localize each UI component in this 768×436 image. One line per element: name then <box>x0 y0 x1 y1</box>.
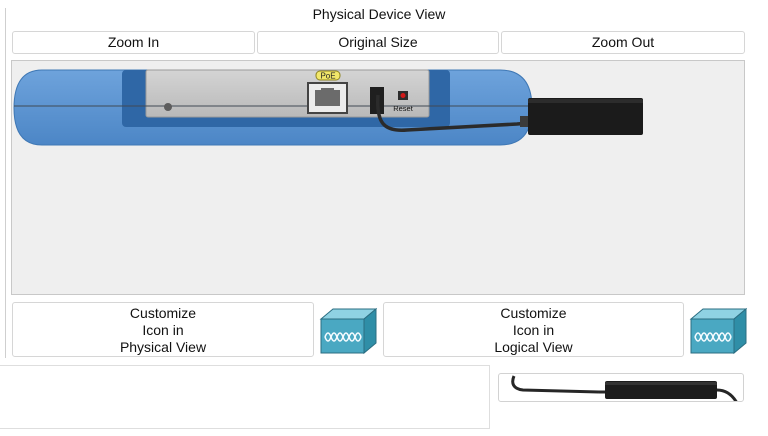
customize-physical-line3: Physical View <box>119 339 207 355</box>
power-adapter-icon <box>511 375 738 401</box>
customize-logical-view-button[interactable]: Customize Icon in Logical View <box>383 302 684 357</box>
physical-device-canvas[interactable]: PoE Reset <box>11 60 745 295</box>
screw-hole <box>164 103 172 111</box>
module-description-panel <box>0 365 490 429</box>
customize-physical-line2: Icon in <box>142 322 184 338</box>
customize-logical-line2: Icon in <box>512 322 555 338</box>
reset-label: Reset <box>393 104 414 113</box>
customize-physical-line1: Customize <box>129 305 197 321</box>
device-image: PoE Reset <box>13 69 643 146</box>
zoom-in-button[interactable]: Zoom In <box>12 31 255 54</box>
zoom-out-button[interactable]: Zoom Out <box>501 31 745 54</box>
logical-view-device-icon[interactable] <box>689 307 748 360</box>
power-adapter <box>528 98 643 135</box>
device-faceplate <box>145 69 430 118</box>
physical-view-device-icon[interactable] <box>319 307 378 360</box>
poe-label: PoE <box>320 72 335 81</box>
customize-logical-line3: Logical View <box>494 339 573 355</box>
customize-physical-view-button[interactable]: Customize Icon in Physical View <box>12 302 314 357</box>
panel-title: Physical Device View <box>312 6 446 22</box>
power-adapter-module-button[interactable] <box>498 373 744 402</box>
customize-logical-line1: Customize <box>500 305 567 321</box>
original-size-button[interactable]: Original Size <box>257 31 499 54</box>
left-divider <box>5 8 6 358</box>
